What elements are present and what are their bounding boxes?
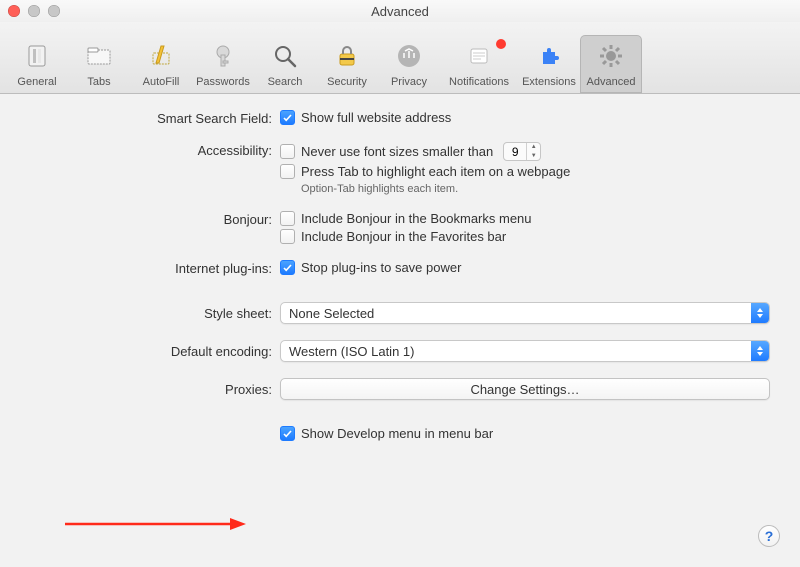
encoding-value: Western (ISO Latin 1)	[289, 344, 414, 359]
tab-privacy[interactable]: Privacy	[378, 35, 440, 93]
bonjour-bookmarks-checkbox[interactable]	[280, 211, 295, 226]
tabs-icon	[82, 39, 116, 73]
button-label: Change Settings…	[470, 382, 579, 397]
bonjour-bookmarks-label: Include Bonjour in the Bookmarks menu	[301, 211, 532, 226]
close-icon[interactable]	[8, 5, 20, 17]
bonjour-favorites-label: Include Bonjour in the Favorites bar	[301, 229, 506, 244]
stylesheet-label: Style sheet:	[30, 302, 280, 321]
content-pane: Smart Search Field: Show full website ad…	[0, 94, 800, 567]
tab-security[interactable]: Security	[316, 35, 378, 93]
search-icon	[268, 39, 302, 73]
extensions-icon	[532, 39, 566, 73]
tab-passwords[interactable]: Passwords	[192, 35, 254, 93]
tab-notifications[interactable]: Notifications	[440, 35, 518, 93]
proxies-label: Proxies:	[30, 378, 280, 397]
preferences-toolbar: General Tabs AutoFill Passwords Search	[0, 22, 800, 94]
bonjour-favorites-checkbox[interactable]	[280, 229, 295, 244]
tab-general[interactable]: General	[6, 35, 68, 93]
chevron-updown-icon	[751, 303, 769, 323]
badge-icon	[496, 39, 506, 49]
tab-label: Advanced	[587, 76, 636, 88]
press-tab-label: Press Tab to highlight each item on a we…	[301, 164, 570, 179]
develop-menu-checkbox[interactable]	[280, 426, 295, 441]
stepper-arrows[interactable]: ▲▼	[526, 143, 540, 160]
tab-advanced[interactable]: Advanced	[580, 35, 642, 93]
tab-label: Security	[327, 76, 367, 88]
tab-tabs[interactable]: Tabs	[68, 35, 130, 93]
plugins-label: Internet plug-ins:	[30, 260, 280, 276]
bonjour-label: Bonjour:	[30, 211, 280, 227]
min-font-value[interactable]	[504, 143, 526, 160]
smart-search-label: Smart Search Field:	[30, 110, 280, 126]
stylesheet-value: None Selected	[289, 306, 374, 321]
security-icon	[330, 39, 364, 73]
show-full-url-label: Show full website address	[301, 110, 451, 125]
tab-label: Passwords	[196, 76, 250, 88]
advanced-icon	[594, 39, 628, 73]
stylesheet-select[interactable]: None Selected	[280, 302, 770, 324]
press-tab-checkbox[interactable]	[280, 164, 295, 179]
min-font-label: Never use font sizes smaller than	[301, 144, 493, 159]
tab-label: Search	[268, 76, 303, 88]
min-font-checkbox[interactable]	[280, 144, 295, 159]
tab-label: AutoFill	[143, 76, 180, 88]
encoding-select[interactable]: Western (ISO Latin 1)	[280, 340, 770, 362]
general-icon	[20, 39, 54, 73]
change-settings-button[interactable]: Change Settings…	[280, 378, 770, 400]
stop-plugins-checkbox[interactable]	[280, 260, 295, 275]
autofill-icon	[144, 39, 178, 73]
tab-label: General	[17, 76, 56, 88]
stop-plugins-label: Stop plug-ins to save power	[301, 260, 461, 275]
minimize-icon[interactable]	[28, 5, 40, 17]
passwords-icon	[206, 39, 240, 73]
tab-label: Tabs	[87, 76, 110, 88]
tab-label: Extensions	[522, 76, 576, 88]
help-button[interactable]: ?	[758, 525, 780, 547]
encoding-label: Default encoding:	[30, 340, 280, 359]
privacy-icon	[392, 39, 426, 73]
tab-autofill[interactable]: AutoFill	[130, 35, 192, 93]
window-controls	[8, 5, 60, 17]
develop-spacer	[30, 426, 280, 427]
notifications-icon	[462, 39, 496, 73]
tab-label: Notifications	[449, 76, 509, 88]
titlebar: Advanced	[0, 0, 800, 22]
accessibility-label: Accessibility:	[30, 142, 280, 158]
min-font-stepper[interactable]: ▲▼	[503, 142, 541, 161]
maximize-icon[interactable]	[48, 5, 60, 17]
annotation-arrow-icon	[60, 514, 250, 534]
show-full-url-checkbox[interactable]	[280, 110, 295, 125]
develop-menu-label: Show Develop menu in menu bar	[301, 426, 493, 441]
preferences-window: Advanced General Tabs AutoFill Passwo	[0, 0, 800, 567]
accessibility-hint: Option-Tab highlights each item.	[301, 183, 770, 195]
tab-extensions[interactable]: Extensions	[518, 35, 580, 93]
tab-search[interactable]: Search	[254, 35, 316, 93]
help-icon: ?	[765, 528, 774, 544]
chevron-updown-icon	[751, 341, 769, 361]
window-title: Advanced	[371, 4, 429, 19]
tab-label: Privacy	[391, 76, 427, 88]
